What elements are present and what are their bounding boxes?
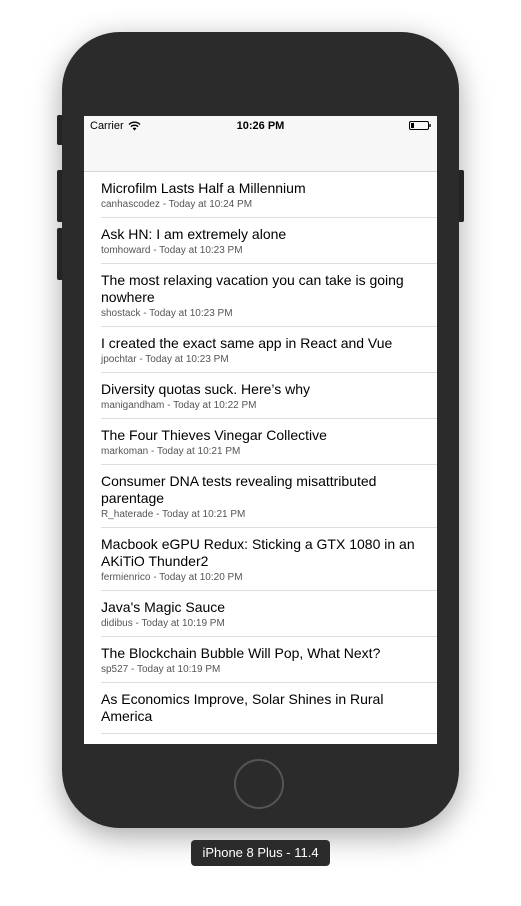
story-row[interactable]: I created the exact same app in React an… bbox=[101, 327, 437, 373]
story-row[interactable]: The Blockchain Bubble Will Pop, What Nex… bbox=[101, 637, 437, 683]
story-meta: fermienrico - Today at 10:20 PM bbox=[101, 572, 243, 583]
status-time: 10:26 PM bbox=[236, 120, 285, 132]
story-title: As Economics Improve, Solar Shines in Ru… bbox=[101, 691, 384, 724]
story-row[interactable]: Macbook eGPU Redux: Sticking a GTX 1080 … bbox=[101, 528, 437, 591]
story-title: The most relaxing vacation you can take … bbox=[101, 272, 404, 305]
home-button[interactable] bbox=[234, 759, 284, 809]
battery-icon bbox=[409, 121, 431, 130]
story-meta: canhascodez - Today at 10:24 PM bbox=[101, 199, 253, 210]
story-meta: R_haterade - Today at 10:21 PM bbox=[101, 509, 246, 520]
story-row[interactable]: Microfilm Lasts Half a Millennium canhasc… bbox=[101, 172, 437, 218]
story-title: Consumer DNA tests revealing misattribut… bbox=[101, 473, 377, 506]
navigation-bar bbox=[84, 136, 437, 172]
phone-screen: Carrier 10:26 PM Microfilm Lasts Half a … bbox=[84, 116, 437, 744]
story-title: I created the exact same app in React an… bbox=[101, 335, 393, 351]
story-title: Diversity quotas suck. Here’s why bbox=[101, 381, 311, 397]
story-row[interactable]: The most relaxing vacation you can take … bbox=[101, 264, 437, 327]
story-title: The Four Thieves Vinegar Collective bbox=[101, 427, 327, 443]
device-label: iPhone 8 Plus - 11.4 bbox=[191, 840, 330, 866]
simulator-stage: Carrier 10:26 PM Microfilm Lasts Half a … bbox=[0, 0, 521, 906]
story-row[interactable]: Consumer DNA tests revealing misattribut… bbox=[101, 465, 437, 528]
story-meta: manigandham - Today at 10:22 PM bbox=[101, 400, 257, 411]
story-list[interactable]: Microfilm Lasts Half a Millennium canhasc… bbox=[84, 172, 437, 734]
story-title: The Blockchain Bubble Will Pop, What Nex… bbox=[101, 645, 381, 661]
story-meta: didibus - Today at 10:19 PM bbox=[101, 618, 225, 629]
story-meta: tomhoward - Today at 10:23 PM bbox=[101, 245, 243, 256]
story-row[interactable]: Java's Magic Sauce didibus - Today at 10:… bbox=[101, 591, 437, 637]
story-row[interactable]: The Four Thieves Vinegar Collective marko… bbox=[101, 419, 437, 465]
story-title: Java's Magic Sauce bbox=[101, 599, 226, 615]
story-meta: shostack - Today at 10:23 PM bbox=[101, 308, 233, 319]
story-title: Microfilm Lasts Half a Millennium bbox=[101, 180, 306, 196]
story-meta: jpochtar - Today at 10:23 PM bbox=[101, 354, 229, 365]
story-row[interactable]: Ask HN: I am extremely alone tomhoward - … bbox=[101, 218, 437, 264]
story-title: Ask HN: I am extremely alone bbox=[101, 226, 287, 242]
story-meta: sp527 - Today at 10:19 PM bbox=[101, 664, 221, 675]
story-row[interactable]: Diversity quotas suck. Here’s why manigan… bbox=[101, 373, 437, 419]
status-bar: Carrier 10:26 PM bbox=[84, 116, 437, 136]
story-title: Macbook eGPU Redux: Sticking a GTX 1080 … bbox=[101, 536, 415, 569]
story-meta: markoman - Today at 10:21 PM bbox=[101, 446, 241, 457]
story-row[interactable]: As Economics Improve, Solar Shines in Ru… bbox=[101, 683, 437, 734]
